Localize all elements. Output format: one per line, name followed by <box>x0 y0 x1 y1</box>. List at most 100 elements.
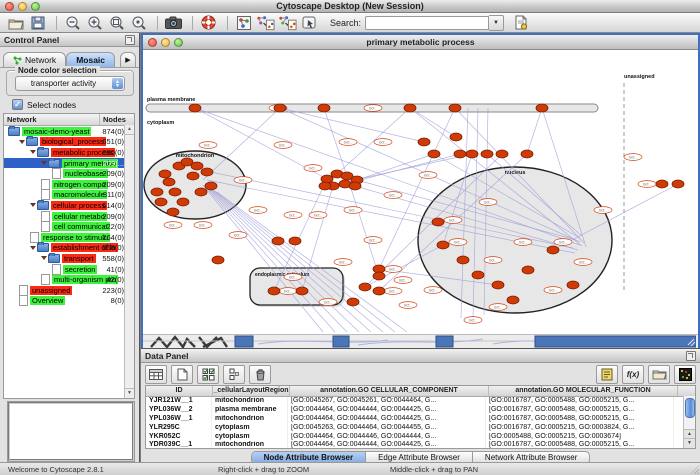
zoom-window-button[interactable] <box>31 2 40 11</box>
network-node[interactable] <box>151 188 163 196</box>
vizmapper-icon[interactable] <box>234 14 253 31</box>
network-canvas[interactable]: plasma membranemitochondrionnucleusendop… <box>143 50 698 334</box>
table-row[interactable]: YLR295Ccytoplasm[GO:0045263, GO:0044464,… <box>146 424 695 433</box>
search-input[interactable] <box>365 16 489 30</box>
table-column-header[interactable]: annotation.GO CELLULAR_COMPONENT <box>290 386 489 396</box>
network-node[interactable] <box>159 170 171 178</box>
select-attributes-icon[interactable] <box>197 365 219 384</box>
tree-column-network[interactable]: Network <box>4 114 100 125</box>
node-color-dropdown[interactable]: transporter activity ▲▼ <box>15 76 125 91</box>
network-node[interactable] <box>536 104 548 112</box>
table-cell[interactable]: [GO:0016787, GO:0005488, GO:0005215, G..… <box>486 397 674 406</box>
tree-row[interactable]: cellular process614(0) <box>4 200 134 211</box>
table-cell[interactable]: mitochondrion <box>212 415 288 424</box>
help-icon[interactable] <box>199 14 218 31</box>
tree-column-nodes[interactable]: Nodes <box>100 114 134 125</box>
network-node[interactable] <box>404 104 416 112</box>
snapshot-icon[interactable] <box>164 14 183 31</box>
tree-row[interactable]: establishment of lo558(0) <box>4 243 134 254</box>
tree-row[interactable]: multi-organism pro42(0) <box>4 274 134 285</box>
network-node[interactable] <box>521 150 533 158</box>
tab-overflow-icon[interactable]: ▶ <box>120 52 136 67</box>
table-cell[interactable]: [GO:0016787, GO:0005488, GO:0005215, G..… <box>486 441 674 449</box>
tree-row[interactable]: macromolecule311(0) <box>4 190 134 201</box>
tab-network[interactable]: Network <box>3 52 66 67</box>
network-node[interactable] <box>195 188 207 196</box>
float-panel-icon[interactable] <box>125 35 135 45</box>
network-node[interactable] <box>189 104 201 112</box>
open-icon[interactable] <box>6 14 25 31</box>
tree-row[interactable]: Overview8(0) <box>4 296 134 307</box>
network-node[interactable] <box>432 218 444 226</box>
network-node[interactable] <box>449 104 461 112</box>
table-cell[interactable]: [GO:0044464, GO:0044446, GO:0044444, G..… <box>288 433 486 442</box>
minimize-window-button[interactable] <box>18 2 27 11</box>
new-attribute-icon[interactable] <box>171 365 193 384</box>
table-cell[interactable]: YPL036W__2 <box>146 406 212 415</box>
table-cell[interactable]: cytoplasm <box>212 424 288 433</box>
expand-arrow-icon[interactable] <box>30 150 36 154</box>
save-icon[interactable] <box>28 14 47 31</box>
network-node[interactable] <box>373 272 385 280</box>
network-node[interactable] <box>567 281 579 289</box>
network-node[interactable] <box>177 198 189 206</box>
table-cell[interactable]: YPL036W__1 <box>146 415 212 424</box>
network-node[interactable] <box>272 237 284 245</box>
table-row[interactable]: YKR052Ccytoplasm[GO:0044464, GO:0044446,… <box>146 433 695 442</box>
select-mode-icon[interactable] <box>300 14 319 31</box>
network-node[interactable] <box>212 256 224 264</box>
table-cell[interactable]: [GO:0016787, GO:0005488, GO:0005215, G..… <box>486 415 674 424</box>
tree-scrollbar[interactable]: ▲ ▼ <box>124 125 134 398</box>
network-node[interactable] <box>268 287 280 295</box>
network-node[interactable] <box>274 104 286 112</box>
network-node[interactable] <box>319 182 331 190</box>
network-node[interactable] <box>492 281 504 289</box>
network-node[interactable] <box>349 182 361 190</box>
tree-row[interactable]: secretion41(0) <box>4 264 134 275</box>
zoom-selected-icon[interactable] <box>129 14 148 31</box>
network-node[interactable] <box>359 283 371 291</box>
network-node[interactable] <box>318 104 330 112</box>
network-node[interactable] <box>466 150 478 158</box>
unselect-attributes-icon[interactable] <box>223 365 245 384</box>
network-node[interactable] <box>547 246 559 254</box>
network-node[interactable] <box>289 237 301 245</box>
table-cell[interactable]: YLR295C <box>146 424 212 433</box>
annotation-icon[interactable] <box>511 14 530 31</box>
table-cell[interactable]: YKR052C <box>146 433 212 442</box>
apply-layout-icon[interactable] <box>256 14 275 31</box>
network-node[interactable] <box>418 138 430 146</box>
table-cell[interactable]: mitochondrion <box>212 397 288 406</box>
table-column-header[interactable]: annotation.GO MOLECULAR_FUNCTION <box>489 386 678 396</box>
network-node[interactable] <box>457 256 469 264</box>
table-scroll-down-icon[interactable]: ▼ <box>684 438 695 448</box>
network-node[interactable] <box>201 168 213 176</box>
import-attributes-icon[interactable] <box>648 365 670 384</box>
select-nodes-checkbox[interactable]: ✓ <box>12 99 23 110</box>
tree-row[interactable]: unassigned223(0) <box>4 285 134 296</box>
view-minimize-button[interactable] <box>161 38 170 47</box>
apply-layout-alt-icon[interactable] <box>278 14 297 31</box>
scrollbar-thumb[interactable] <box>685 398 695 418</box>
network-node[interactable] <box>428 150 440 158</box>
expand-arrow-icon[interactable] <box>19 140 25 144</box>
network-node[interactable] <box>481 150 493 158</box>
network-node[interactable] <box>167 208 179 216</box>
attribute-matrix-icon[interactable] <box>674 365 696 384</box>
table-row[interactable]: YDR039C__1mitochondrion[GO:0044464, GO:0… <box>146 441 695 449</box>
table-row[interactable]: YPL036W__1mitochondrion[GO:0044464, GO:0… <box>146 415 695 424</box>
label-icon[interactable] <box>596 365 618 384</box>
network-node[interactable] <box>454 150 466 158</box>
zoom-out-icon[interactable] <box>63 14 82 31</box>
view-close-button[interactable] <box>148 38 157 47</box>
tree-row[interactable]: primary metabo209(... <box>4 158 134 169</box>
function-builder-icon[interactable]: f(x) <box>622 365 644 384</box>
zoom-in-icon[interactable] <box>85 14 104 31</box>
network-node[interactable] <box>187 172 199 180</box>
tree-row[interactable]: metabolic process280(0) <box>4 147 134 158</box>
tree-row[interactable]: nucleobase-209(0) <box>4 168 134 179</box>
zoom-fit-icon[interactable] <box>107 14 126 31</box>
network-node[interactable] <box>496 150 508 158</box>
table-cell[interactable]: [GO:0044464, GO:0044444, GO:0044425, G..… <box>288 406 486 415</box>
network-node[interactable] <box>507 296 519 304</box>
